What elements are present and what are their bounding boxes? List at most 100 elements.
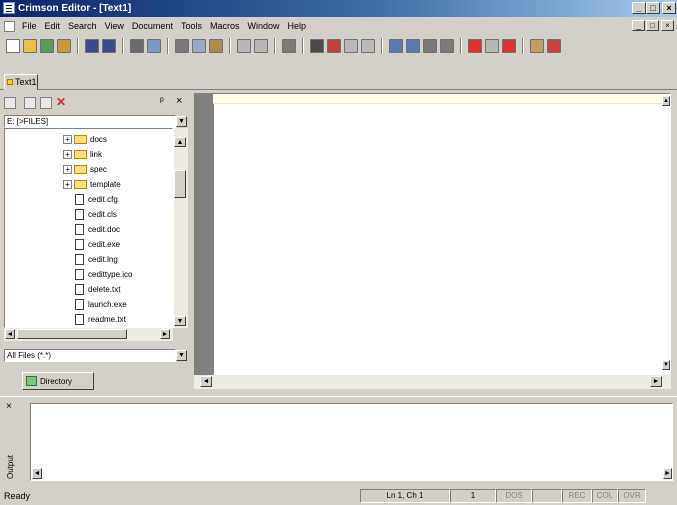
toolbar-separator — [274, 38, 276, 54]
menu-view[interactable]: View — [101, 19, 128, 33]
tree-vertical-scrollbar[interactable] — [173, 128, 188, 328]
tab-text1[interactable]: Text1 — [4, 74, 38, 90]
file-filter-select[interactable]: All Files (*.*) — [4, 349, 176, 362]
app-icon[interactable] — [3, 2, 15, 14]
tree-item[interactable]: cedit.doc — [75, 223, 120, 236]
tab-directory[interactable]: Directory — [22, 372, 94, 390]
tree-item[interactable]: cedit.exe — [75, 238, 120, 251]
toggle-pane-icon[interactable] — [282, 39, 296, 53]
title-bar[interactable]: Crimson Editor - [Text1] — [0, 0, 677, 17]
menu-macros[interactable]: Macros — [206, 19, 244, 33]
record-macro-icon[interactable] — [468, 39, 482, 53]
save-all-icon[interactable] — [102, 39, 116, 53]
find-prev-icon[interactable] — [344, 39, 358, 53]
tree-item[interactable]: launch.exe — [75, 298, 127, 311]
paste-icon[interactable] — [209, 39, 223, 53]
menu-window[interactable]: Window — [243, 19, 283, 33]
directory-tree[interactable]: + docs + link + spec + template cedit.cfg cedit.c… — [4, 128, 173, 328]
tree-scroll-down-button[interactable]: ▼ — [174, 316, 186, 326]
tree-scroll-up-button[interactable]: ▲ — [174, 137, 186, 147]
tree-item[interactable]: delete.txt — [75, 283, 120, 296]
menu-search[interactable]: Search — [64, 19, 101, 33]
expand-icon[interactable]: + — [63, 180, 72, 189]
print-icon[interactable] — [130, 39, 144, 53]
maximize-button[interactable]: □ — [646, 2, 660, 14]
output-scroll-right-button[interactable]: ► — [663, 468, 672, 479]
mdi-minimize-button[interactable]: _ — [632, 20, 645, 31]
close-button[interactable]: × — [662, 2, 676, 14]
editor-horizontal-scrollbar[interactable] — [194, 375, 671, 389]
tree-item[interactable]: cedit.lng — [75, 253, 118, 266]
open-folder-icon[interactable] — [23, 39, 37, 53]
pane-up-folder-icon[interactable] — [24, 97, 36, 109]
tree-item[interactable]: cedit.cls — [75, 208, 117, 221]
document-tab-icon — [7, 79, 13, 85]
output-close-icon[interactable]: × — [6, 401, 12, 412]
encoding-indicator[interactable] — [532, 489, 562, 503]
play-macro-icon[interactable] — [502, 39, 516, 53]
cut-icon[interactable] — [175, 39, 189, 53]
expand-icon[interactable]: + — [63, 135, 72, 144]
editor-scroll-left-button[interactable]: ◄ — [200, 376, 212, 387]
tree-item[interactable]: + docs — [63, 133, 107, 146]
find-next-icon[interactable] — [327, 39, 341, 53]
stop-macro-icon[interactable] — [485, 39, 499, 53]
replace-icon[interactable] — [361, 39, 375, 53]
text-editor[interactable] — [213, 93, 671, 375]
mdi-restore-button[interactable]: □ — [646, 20, 659, 31]
editor-scroll-down-button[interactable]: ▼ — [662, 360, 670, 370]
tree-scroll-right-button[interactable]: ► — [160, 329, 170, 339]
menu-edit[interactable]: Edit — [41, 19, 65, 33]
file-format-indicator[interactable]: DOS — [496, 489, 532, 503]
menu-help[interactable]: Help — [284, 19, 311, 33]
window-title: Crimson Editor - [Text1] — [18, 3, 132, 14]
print-preview-icon[interactable] — [147, 39, 161, 53]
output-window[interactable] — [30, 403, 673, 481]
pane-home-icon[interactable] — [4, 97, 16, 109]
expand-icon[interactable]: + — [63, 150, 72, 159]
tree-scroll-left-button[interactable]: ◄ — [5, 329, 15, 339]
copy-icon[interactable] — [192, 39, 206, 53]
menu-tools[interactable]: Tools — [177, 19, 206, 33]
word-wrap-icon[interactable] — [389, 39, 403, 53]
tree-item[interactable]: cedittype.ico — [75, 268, 132, 281]
spell-check-icon[interactable] — [423, 39, 437, 53]
editor-scroll-up-button[interactable]: ▲ — [662, 96, 670, 106]
pane-close-icon[interactable]: × — [176, 95, 182, 107]
help-icon[interactable] — [530, 39, 544, 53]
tree-scroll-thumb[interactable] — [174, 170, 186, 198]
tree-item[interactable]: + template — [63, 178, 121, 191]
tree-item[interactable]: readme.txt — [75, 313, 126, 326]
tree-item[interactable]: cedit.cfg — [75, 193, 118, 206]
document-menu-icon[interactable] — [4, 20, 15, 32]
tree-item-label: link — [90, 150, 103, 159]
drive-dropdown-icon[interactable]: ▼ — [176, 116, 187, 127]
minimize-button[interactable]: _ — [632, 2, 646, 14]
file-icon — [75, 194, 84, 205]
tree-item[interactable]: + link — [63, 148, 102, 161]
pane-refresh-icon[interactable] — [40, 97, 52, 109]
drive-select[interactable]: E: [>FILES] — [4, 115, 176, 128]
pane-pin-icon[interactable]: ᵖ — [160, 96, 164, 107]
tree-hscroll-thumb[interactable] — [17, 329, 127, 339]
tree-item[interactable]: + spec — [63, 163, 107, 176]
mdi-close-button[interactable]: × — [661, 20, 674, 31]
redo-icon[interactable] — [254, 39, 268, 53]
about-icon[interactable] — [547, 39, 561, 53]
undo-icon[interactable] — [237, 39, 251, 53]
menu-file[interactable]: File — [18, 19, 41, 33]
output-scroll-left-button[interactable]: ◄ — [32, 468, 42, 479]
reload-icon[interactable] — [40, 39, 54, 53]
menu-document[interactable]: Document — [128, 19, 177, 33]
bookmark-icon[interactable] — [440, 39, 454, 53]
overwrite-indicator: OVR — [618, 489, 646, 503]
find-icon[interactable] — [310, 39, 324, 53]
new-file-icon[interactable] — [6, 39, 20, 53]
pane-delete-icon[interactable]: ✕ — [56, 95, 66, 109]
open-remote-icon[interactable] — [57, 39, 71, 53]
filter-dropdown-icon[interactable]: ▼ — [176, 350, 187, 361]
expand-icon[interactable]: + — [63, 165, 72, 174]
column-mode-icon[interactable] — [406, 39, 420, 53]
editor-scroll-right-button[interactable]: ► — [650, 376, 662, 387]
save-icon[interactable] — [85, 39, 99, 53]
